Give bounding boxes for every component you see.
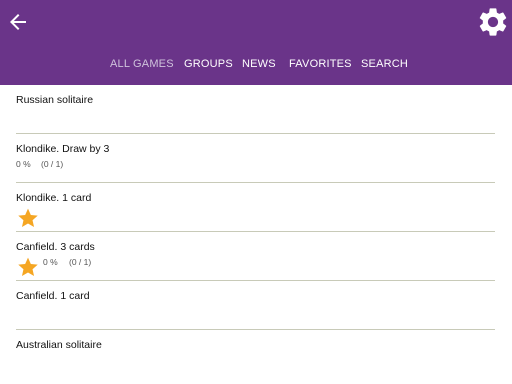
game-title: Klondike. 1 card: [16, 192, 92, 204]
tab-favorites[interactable]: FAVORITES: [289, 57, 352, 71]
win-record: (0 / 1): [41, 159, 64, 169]
list-item-australian-solitaire[interactable]: Australian solitaire: [0, 330, 512, 379]
list-item-klondike-1-card[interactable]: Klondike. 1 card: [0, 183, 512, 232]
win-percent: 0 %: [43, 257, 58, 267]
gear-icon: [479, 8, 507, 36]
games-list: Russian solitaire Klondike. Draw by 3 0 …: [0, 85, 512, 384]
tab-search[interactable]: SEARCH: [361, 57, 408, 71]
category-tabs: ALL GAMES GROUPS NEWS FAVORITES SEARCH: [0, 57, 512, 71]
favorite-star-icon[interactable]: [17, 207, 39, 229]
game-title: Canfield. 3 cards: [16, 241, 95, 253]
game-title: Canfield. 1 card: [16, 290, 90, 302]
list-item-canfield-1-card[interactable]: Canfield. 1 card: [0, 281, 512, 330]
tab-groups[interactable]: GROUPS: [184, 57, 233, 71]
game-title: Klondike. Draw by 3: [16, 143, 110, 155]
list-item-canfield-3-cards[interactable]: Canfield. 3 cards 0 % (0 / 1): [0, 232, 512, 281]
win-percent: 0 %: [16, 159, 31, 169]
game-title: Australian solitaire: [16, 339, 102, 351]
favorite-star-icon[interactable]: [17, 256, 39, 278]
tab-all-games[interactable]: ALL GAMES: [110, 57, 174, 71]
back-button[interactable]: [6, 10, 30, 34]
tab-news[interactable]: NEWS: [242, 57, 276, 71]
list-item-klondike-draw-3[interactable]: Klondike. Draw by 3 0 % (0 / 1): [0, 134, 512, 183]
arrow-left-icon: [10, 14, 26, 30]
game-title: Russian solitaire: [16, 94, 94, 106]
win-record: (0 / 1): [69, 257, 92, 267]
settings-button[interactable]: [476, 5, 510, 39]
app-header: ALL GAMES GROUPS NEWS FAVORITES SEARCH: [0, 0, 512, 85]
list-item-russian-solitaire[interactable]: Russian solitaire: [0, 85, 512, 134]
